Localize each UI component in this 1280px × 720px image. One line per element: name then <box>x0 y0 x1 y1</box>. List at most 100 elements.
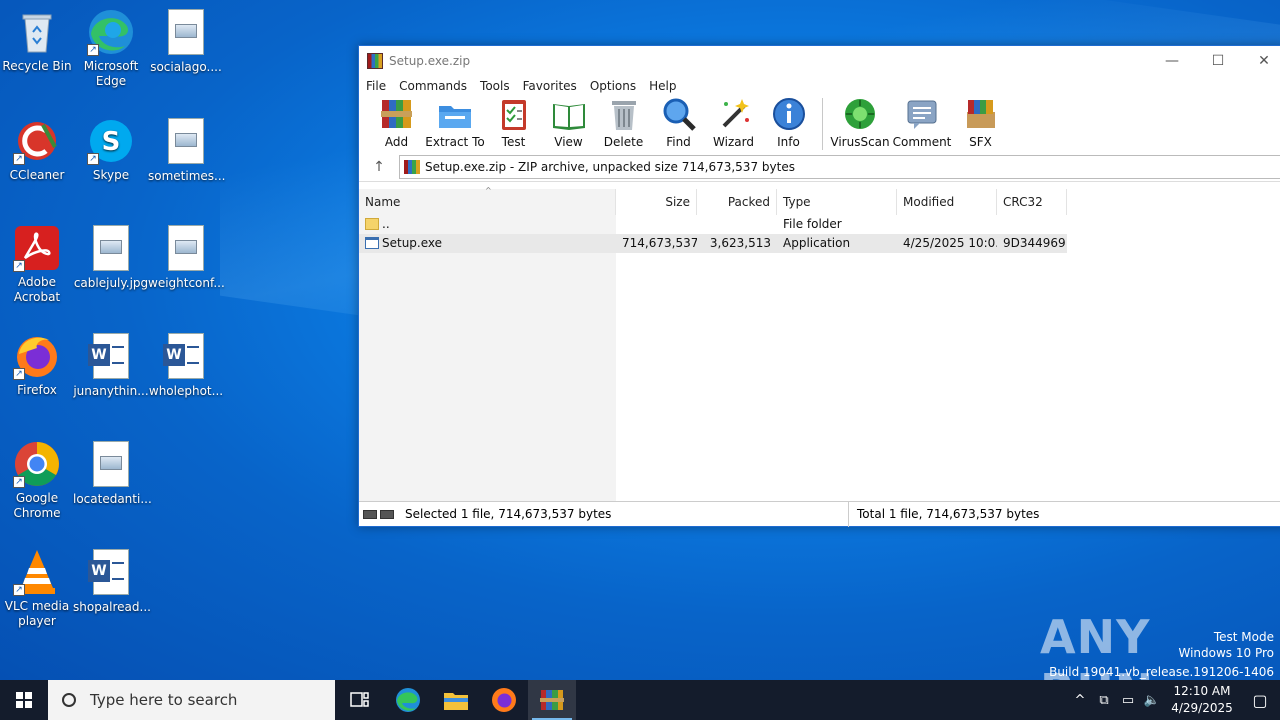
locatedanti-label: locatedanti... <box>73 492 152 506</box>
socialago-file-icon[interactable]: socialago.... <box>148 8 224 75</box>
volume-icon[interactable]: 🔈 <box>1140 693 1164 708</box>
info-label: Info <box>777 135 800 149</box>
wizard-button[interactable]: Wizard <box>706 96 761 152</box>
sfx-button[interactable]: SFX <box>953 96 1008 152</box>
recycle-bin-label: Recycle Bin <box>2 59 72 73</box>
clock-date: 4/29/2025 <box>1171 701 1233 715</box>
network-adapter-icon[interactable]: ⧉ <box>1092 693 1116 708</box>
archive-path-field[interactable]: Setup.exe.zip - ZIP archive, unpacked si… <box>399 154 1280 179</box>
window-title: Setup.exe.zip <box>389 54 471 68</box>
menu-favorites[interactable]: Favorites <box>523 79 577 93</box>
wholephot-word-icon[interactable]: W wholephot... <box>148 332 224 399</box>
row-name: .. <box>382 217 390 231</box>
wizard-wand-icon <box>716 96 752 132</box>
up-arrow-icon[interactable]: ↑ <box>359 159 399 175</box>
network-icon[interactable]: ▭ <box>1116 693 1140 708</box>
ccleaner-label: CCleaner <box>9 168 65 182</box>
skype-icon[interactable]: S ↗ Skype <box>73 117 149 183</box>
winrar-taskbar-icon[interactable] <box>528 680 576 720</box>
junanythin-word-icon[interactable]: W junanythin... <box>73 332 149 399</box>
view-button[interactable]: View <box>541 96 596 152</box>
table-row[interactable]: .. File folder <box>359 215 1067 234</box>
shortcut-arrow-icon: ↗ <box>13 153 25 165</box>
skype-label: Skype <box>92 168 130 182</box>
shopalread-word-icon[interactable]: W shopalread... <box>73 548 151 615</box>
wizard-label: Wizard <box>713 135 754 149</box>
ccleaner-icon[interactable]: ↗ CCleaner <box>0 117 75 183</box>
sometimes-label: sometimes... <box>148 169 226 183</box>
info-button[interactable]: Info <box>761 96 816 152</box>
comment-label: Comment <box>892 135 952 149</box>
menu-commands[interactable]: Commands <box>399 79 467 93</box>
shortcut-arrow-icon: ↗ <box>13 260 25 272</box>
table-row[interactable]: Setup.exe 714,673,537 3,623,513 Applicat… <box>359 234 1067 253</box>
folder-icon <box>365 218 379 230</box>
find-magnifier-icon <box>661 96 697 132</box>
column-header-modified[interactable]: Modified <box>897 189 997 215</box>
task-view-icon[interactable] <box>336 680 384 720</box>
sometimes-file-icon[interactable]: sometimes... <box>148 117 226 184</box>
drive-status-icon[interactable] <box>359 509 397 519</box>
find-button[interactable]: Find <box>651 96 706 152</box>
vlc-media-player-icon[interactable]: ↗ VLC media player <box>0 548 75 629</box>
add-button[interactable]: Add <box>369 96 424 152</box>
taskbar: Type here to search ^ ⧉ ▭ 🔈 12:10 AM 4/2… <box>0 680 1280 720</box>
search-box[interactable]: Type here to search <box>48 680 335 720</box>
locatedanti-file-icon[interactable]: locatedanti... <box>73 440 152 507</box>
adobe-acrobat-icon[interactable]: ↗ Adobe Acrobat <box>0 224 75 305</box>
file-explorer-taskbar-icon[interactable] <box>432 680 480 720</box>
watermark-test-mode: Test Mode <box>1213 630 1274 644</box>
microsoft-edge-icon[interactable]: ↗ Microsoft Edge <box>73 8 149 89</box>
watermark-build: Build 19041.vb_release.191206-1406 <box>1049 665 1274 679</box>
vlc-media-player-label: VLC media player <box>4 599 70 628</box>
menu-file[interactable]: File <box>366 79 386 93</box>
row-packed <box>697 215 777 234</box>
firefox-taskbar-icon[interactable] <box>480 680 528 720</box>
show-hidden-icons-chevron-icon[interactable]: ^ <box>1068 693 1092 708</box>
clock-time: 12:10 AM <box>1173 684 1231 698</box>
test-button[interactable]: Test <box>486 96 541 152</box>
file-list[interactable]: ^ Name Size Packed Type Modified CRC32 .… <box>359 186 1280 502</box>
start-button[interactable] <box>0 680 48 720</box>
extract-to-button[interactable]: Extract To <box>424 96 486 152</box>
view-label: View <box>554 135 583 149</box>
menu-tools[interactable]: Tools <box>480 79 510 93</box>
status-total: Total 1 file, 714,673,537 bytes <box>857 506 1040 521</box>
row-modified <box>897 215 997 234</box>
shortcut-arrow-icon: ↗ <box>13 368 25 380</box>
close-button[interactable]: ✕ <box>1241 46 1280 76</box>
status-bar: Selected 1 file, 714,673,537 bytes Total… <box>359 501 1280 527</box>
column-header-type[interactable]: Type <box>777 189 897 215</box>
view-book-icon <box>551 96 587 132</box>
shortcut-arrow-icon: ↗ <box>13 476 25 488</box>
edge-taskbar-icon[interactable] <box>384 680 432 720</box>
weightconf-file-icon[interactable]: weightconf... <box>148 224 225 291</box>
shortcut-arrow-icon: ↗ <box>87 153 99 165</box>
minimize-button[interactable]: — <box>1149 46 1195 76</box>
menu-help[interactable]: Help <box>649 79 676 93</box>
column-header-crc32[interactable]: CRC32 <box>997 189 1067 215</box>
firefox-icon[interactable]: ↗ Firefox <box>0 332 75 398</box>
google-chrome-icon[interactable]: ↗ Google Chrome <box>0 440 75 521</box>
row-name: Setup.exe <box>382 236 443 250</box>
google-chrome-label: Google Chrome <box>13 491 61 520</box>
recycle-bin-icon[interactable]: Recycle Bin <box>0 8 75 74</box>
column-header-name[interactable]: ^ Name <box>359 186 616 215</box>
maximize-button[interactable]: ☐ <box>1195 46 1241 76</box>
test-label: Test <box>501 135 526 149</box>
title-bar[interactable]: Setup.exe.zip — ☐ ✕ <box>359 46 1280 76</box>
virusscan-button[interactable]: VirusScan <box>829 96 891 152</box>
desktop: Recycle Bin ↗ CCleaner ↗ Adobe Acrobat ↗… <box>0 0 1280 680</box>
action-center-icon[interactable]: ▢ <box>1240 691 1280 710</box>
column-header-size[interactable]: Size <box>616 189 697 215</box>
comment-button[interactable]: Comment <box>891 96 953 152</box>
delete-button[interactable]: Delete <box>596 96 651 152</box>
column-header-packed[interactable]: Packed <box>697 189 777 215</box>
shortcut-arrow-icon: ↗ <box>13 584 25 596</box>
clock[interactable]: 12:10 AM 4/29/2025 <box>1164 683 1240 717</box>
cablejuly-label: cablejuly.jpg <box>73 276 149 290</box>
toolbar-separator <box>822 98 823 150</box>
winrar-window[interactable]: Setup.exe.zip — ☐ ✕ File Commands Tools … <box>358 45 1280 527</box>
menu-options[interactable]: Options <box>590 79 636 93</box>
cablejuly-file-icon[interactable]: cablejuly.jpg <box>73 224 149 291</box>
